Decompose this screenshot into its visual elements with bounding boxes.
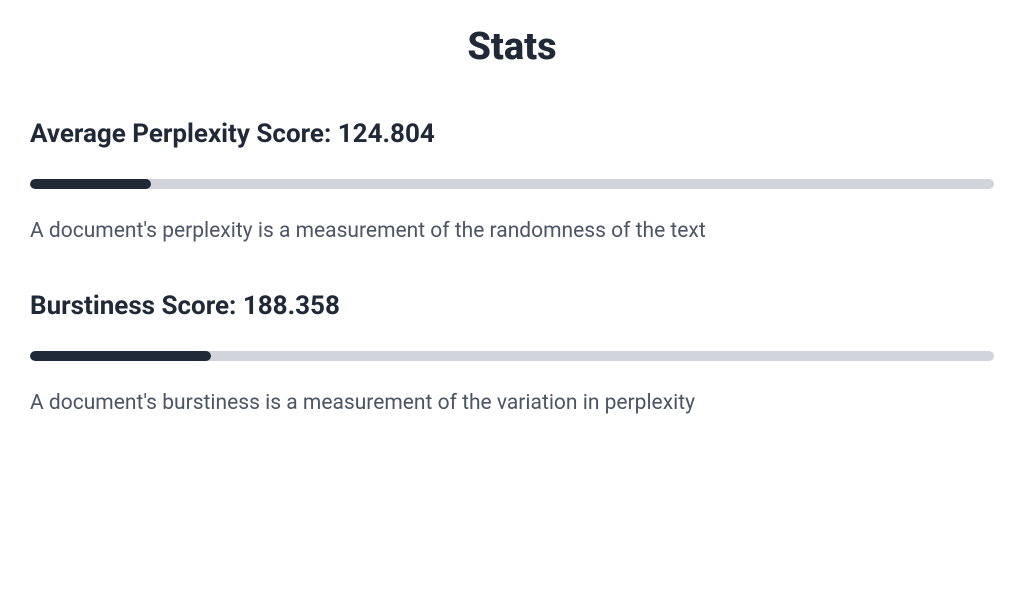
perplexity-value: 124.804 — [338, 119, 435, 149]
burstiness-progress-fill — [30, 351, 211, 361]
perplexity-block: Average Perplexity Score: 124.804 A docu… — [30, 119, 994, 243]
burstiness-heading: Burstiness Score: 188.358 — [30, 291, 994, 321]
burstiness-block: Burstiness Score: 188.358 A document's b… — [30, 291, 994, 415]
burstiness-label: Burstiness Score: — [30, 291, 243, 321]
burstiness-progress-bar — [30, 351, 994, 361]
burstiness-value: 188.358 — [243, 291, 340, 321]
perplexity-heading: Average Perplexity Score: 124.804 — [30, 119, 994, 149]
perplexity-label: Average Perplexity Score: — [30, 119, 338, 149]
perplexity-description: A document's perplexity is a measurement… — [30, 219, 994, 243]
perplexity-progress-fill — [30, 179, 151, 189]
page-title: Stats — [30, 25, 994, 69]
burstiness-description: A document's burstiness is a measurement… — [30, 391, 994, 415]
perplexity-progress-bar — [30, 179, 994, 189]
